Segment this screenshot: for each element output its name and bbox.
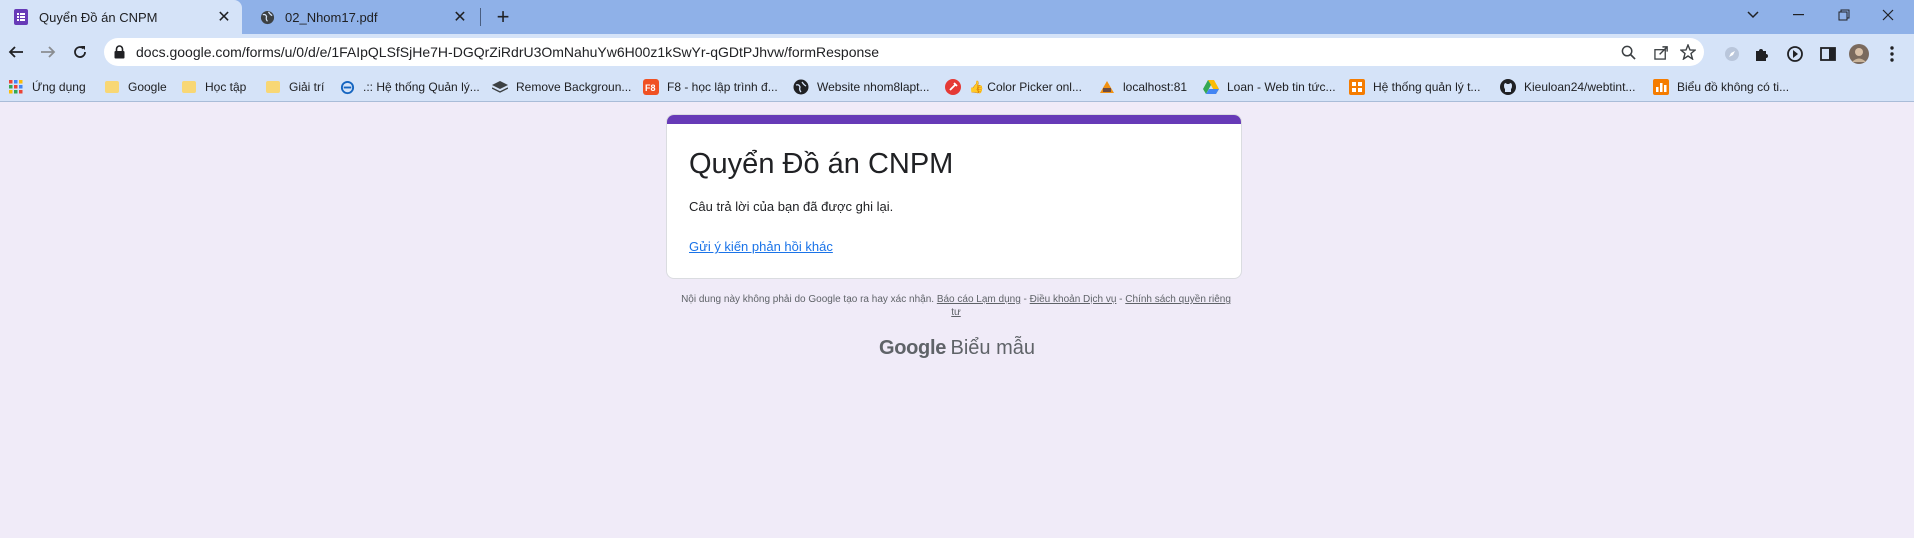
f8-icon: F8 bbox=[643, 79, 659, 95]
google-wordmark: Google bbox=[878, 337, 947, 359]
browser-toolbar: docs.google.com/forms/u/0/d/e/1FAIpQLSfS… bbox=[0, 34, 1914, 70]
form-confirmation-card: Quyển Đồ án CNPM Câu trả lời của bạn đã … bbox=[666, 114, 1242, 279]
form-accent-bar bbox=[667, 115, 1241, 124]
svg-text:F8: F8 bbox=[645, 83, 656, 93]
bookmark-label: localhost:81 bbox=[1123, 80, 1188, 94]
confirmation-message: Câu trả lời của bạn đã được ghi lại. bbox=[689, 199, 894, 214]
form-footer: Nội dung này không phải do Google tạo ra… bbox=[676, 293, 1236, 319]
reload-button[interactable] bbox=[66, 38, 94, 66]
remove-bg-icon bbox=[492, 79, 508, 95]
folder-icon bbox=[265, 79, 281, 95]
bookmark-label: Biểu đồ không có ti... bbox=[1677, 80, 1790, 94]
zoom-icon[interactable] bbox=[1620, 44, 1636, 60]
bookmark-remove-bg[interactable]: Remove Backgroun... bbox=[492, 78, 631, 96]
bookmark-label: Kieuloan24/webtint... bbox=[1524, 80, 1636, 94]
bookmark-label: Remove Backgroun... bbox=[516, 80, 632, 94]
extensions-puzzle-icon[interactable] bbox=[1752, 44, 1772, 64]
restore-icon[interactable] bbox=[1822, 0, 1866, 30]
back-button[interactable] bbox=[2, 38, 30, 66]
bookmark-folder-hoc-tap[interactable]: Học tập bbox=[181, 78, 246, 96]
footer-separator: - bbox=[1116, 294, 1126, 305]
forms-wordmark: Biểu mẫu bbox=[950, 337, 1036, 359]
bookmark-label: Loan - Web tin tức... bbox=[1227, 80, 1336, 94]
apps-grid-icon bbox=[8, 79, 24, 95]
tab-search-icon[interactable] bbox=[1731, 0, 1775, 30]
bookmark-github[interactable]: Kieuloan24/webtint... bbox=[1500, 78, 1635, 96]
bookmark-f8[interactable]: F8 F8 - học lập trình đ... bbox=[643, 78, 778, 96]
globe-icon bbox=[259, 9, 275, 25]
close-window-icon[interactable] bbox=[1866, 0, 1910, 30]
footer-separator: - bbox=[1020, 294, 1030, 305]
edu-system-icon bbox=[339, 79, 355, 95]
new-tab-button[interactable]: + bbox=[490, 4, 516, 30]
bookmark-google-drive[interactable]: Loan - Web tin tức... bbox=[1203, 78, 1336, 96]
bookmarks-bar: Ứng dụng Google Học tập Giải trí .:: Hệ … bbox=[0, 70, 1914, 102]
side-panel-icon[interactable] bbox=[1818, 44, 1838, 64]
bookmark-folder-google[interactable]: Google bbox=[104, 78, 167, 96]
close-tab-icon[interactable]: ✕ bbox=[214, 7, 234, 27]
tab-forms[interactable]: Quyển Đồ án CNPM ✕ bbox=[0, 0, 242, 34]
bookmark-label: Hệ thống quản lý t... bbox=[1373, 80, 1481, 94]
bookmark-localhost[interactable]: localhost:81 bbox=[1099, 78, 1187, 96]
github-icon bbox=[1500, 79, 1516, 95]
tab-separator bbox=[480, 8, 481, 26]
chrome-menu-icon[interactable] bbox=[1882, 44, 1902, 64]
bookmark-label: Website nhom8lapt... bbox=[817, 80, 930, 94]
folder-icon bbox=[104, 79, 120, 95]
forward-button[interactable] bbox=[34, 38, 62, 66]
google-drive-icon bbox=[1203, 79, 1219, 95]
bookmark-website[interactable]: Website nhom8lapt... bbox=[793, 78, 930, 96]
bookmark-label: .:: Hệ thống Quản lý... bbox=[363, 80, 480, 94]
folder-icon bbox=[181, 79, 197, 95]
color-picker-icon bbox=[945, 79, 961, 95]
bookmark-star-icon[interactable] bbox=[1680, 44, 1696, 60]
google-forms-logo[interactable]: Google Biểu mẫu bbox=[0, 337, 1914, 360]
bookmark-label: Giải trí bbox=[289, 80, 325, 94]
tab-strip: Quyển Đồ án CNPM ✕ 02_Nhom17.pdf ✕ + bbox=[0, 0, 1914, 34]
bookmark-label: 👍 Color Picker onl... bbox=[969, 80, 1082, 94]
report-abuse-link[interactable]: Báo cáo Lạm dụng bbox=[937, 294, 1021, 305]
localhost-icon bbox=[1099, 79, 1115, 95]
minimize-icon[interactable] bbox=[1776, 0, 1820, 30]
bookmark-apps[interactable]: Ứng dụng bbox=[8, 78, 86, 96]
bookmark-label: Ứng dụng bbox=[32, 80, 86, 94]
close-tab-icon[interactable]: ✕ bbox=[450, 7, 470, 27]
bookmark-label: Google bbox=[128, 80, 167, 94]
url-text: docs.google.com/forms/u/0/d/e/1FAIpQLSfS… bbox=[136, 44, 880, 60]
website-icon bbox=[793, 79, 809, 95]
tab-pdf[interactable]: 02_Nhom17.pdf ✕ bbox=[246, 0, 478, 34]
media-control-icon[interactable] bbox=[1785, 44, 1805, 64]
bookmark-label: F8 - học lập trình đ... bbox=[667, 80, 778, 94]
bookmark-chart[interactable]: Biểu đồ không có ti... bbox=[1653, 78, 1789, 96]
disclaimer-text: Nội dung này không phải do Google tạo ra… bbox=[681, 294, 935, 305]
bookmark-edu-system[interactable]: .:: Hệ thống Quản lý... bbox=[339, 78, 480, 96]
management-system-icon bbox=[1349, 79, 1365, 95]
chart-icon bbox=[1653, 79, 1669, 95]
bookmark-folder-giai-tri[interactable]: Giải trí bbox=[265, 78, 324, 96]
google-forms-icon bbox=[13, 9, 29, 25]
tab-title: Quyển Đồ án CNPM bbox=[39, 9, 158, 25]
profile-avatar[interactable] bbox=[1849, 44, 1869, 64]
bookmark-management-system[interactable]: Hệ thống quản lý t... bbox=[1349, 78, 1480, 96]
tab-title: 02_Nhom17.pdf bbox=[285, 9, 378, 25]
bookmark-label: Học tập bbox=[205, 80, 247, 94]
terms-of-service-link[interactable]: Điều khoản Dịch vụ bbox=[1030, 294, 1117, 305]
lock-icon[interactable] bbox=[114, 45, 125, 64]
address-bar[interactable]: docs.google.com/forms/u/0/d/e/1FAIpQLSfS… bbox=[104, 38, 1704, 66]
submit-another-response-link[interactable]: Gửi ý kiến phản hồi khác bbox=[689, 239, 833, 254]
form-title: Quyển Đồ án CNPM bbox=[689, 148, 954, 180]
bookmark-color-picker[interactable]: 👍 Color Picker onl... bbox=[945, 78, 1082, 96]
share-icon[interactable] bbox=[1653, 44, 1669, 60]
compass-extension-icon[interactable] bbox=[1722, 44, 1742, 64]
